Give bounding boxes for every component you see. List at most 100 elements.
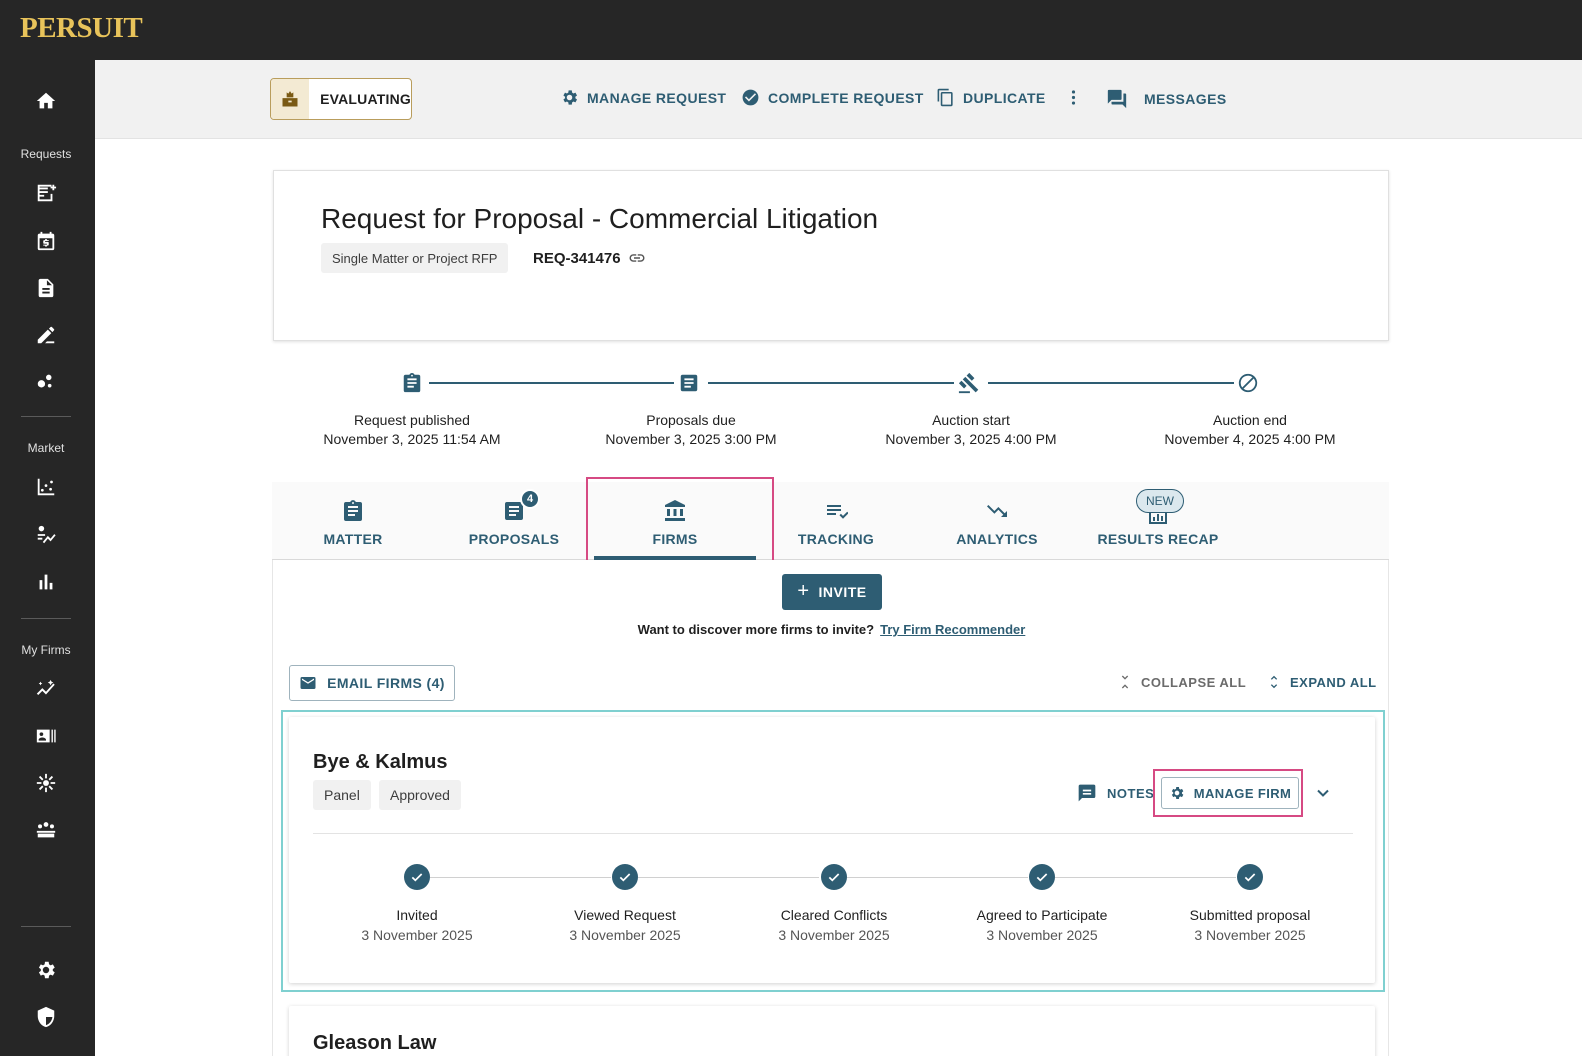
progress-connector <box>638 877 819 878</box>
shield-icon[interactable] <box>33 1004 59 1030</box>
more-vert-icon <box>1071 90 1076 105</box>
complete-request-button[interactable]: COMPLETE REQUEST <box>741 88 924 107</box>
notes-icon <box>1078 784 1096 802</box>
collapse-all-label: COLLAPSE ALL <box>1141 674 1247 690</box>
bar-chart-icon[interactable] <box>33 569 59 595</box>
tab-matter[interactable]: MATTER <box>272 482 434 560</box>
discover-question: Want to discover more firms to invite? <box>637 622 875 637</box>
firms-panel: + INVITE Want to discover more firms to … <box>272 560 1389 1056</box>
proposal-document-icon <box>676 370 702 396</box>
invite-button[interactable]: + INVITE <box>782 574 882 610</box>
gavel-icon <box>956 370 982 396</box>
contact-card-icon[interactable] <box>33 723 59 749</box>
calendar-dollar-icon[interactable] <box>33 228 59 254</box>
progress-step-date: 3 November 2025 <box>778 927 890 943</box>
page-title: Request for Proposal - Commercial Litiga… <box>321 203 879 234</box>
request-id[interactable]: REQ-341476 <box>533 249 646 267</box>
new-request-icon[interactable] <box>33 180 59 206</box>
firm-name: Bye & Kalmus <box>313 751 448 773</box>
invite-label: INVITE <box>818 584 867 600</box>
progress-connector <box>1055 877 1236 878</box>
discover-firms-text: Want to discover more firms to invite? Tr… <box>273 622 1390 637</box>
timeline-step: Auction end November 4, 2025 4:00 PM <box>1130 411 1370 449</box>
tab-analytics[interactable]: ANALYTICS <box>916 482 1078 560</box>
evaluating-icon <box>271 79 310 119</box>
timeline-step-date: November 4, 2025 4:00 PM <box>1164 431 1336 447</box>
settings-icon[interactable] <box>33 957 59 983</box>
progress-step: Agreed to Participate 3 November 2025 <box>942 905 1142 945</box>
chevron-down-icon[interactable] <box>1313 783 1333 803</box>
main-content: EVALUATING MANAGE REQUEST COMPLETE REQUE… <box>95 60 1582 1056</box>
sidebar-section-my-firms: My Firms <box>21 643 71 657</box>
team-icon[interactable] <box>33 817 59 843</box>
sidebar-divider <box>21 926 71 927</box>
notes-label: NOTES <box>1107 785 1155 801</box>
expand-icon <box>1270 675 1278 689</box>
more-options-button[interactable] <box>1064 88 1091 107</box>
network-icon[interactable] <box>33 770 59 796</box>
progress-step: Submitted proposal 3 November 2025 <box>1150 905 1350 945</box>
email-firms-button[interactable]: EMAIL FIRMS (4) <box>289 665 455 701</box>
timeline-step: Proposals due November 3, 2025 3:00 PM <box>571 411 811 449</box>
check-circle-icon <box>821 864 847 890</box>
manage-request-label: MANAGE REQUEST <box>587 89 727 106</box>
manage-firm-highlight <box>1153 769 1303 817</box>
progress-step-date: 3 November 2025 <box>361 927 473 943</box>
messages-button[interactable]: MESSAGES <box>1106 88 1227 110</box>
sidebar-section-market: Market <box>27 441 65 455</box>
firm-card: Gleason Law <box>289 1006 1375 1056</box>
bubbles-icon[interactable] <box>33 369 59 395</box>
timeline-connector <box>429 382 674 384</box>
timeline-step-label: Auction end <box>1213 412 1287 428</box>
tab-results-recap[interactable]: NEW RESULTS RECAP <box>1077 482 1239 560</box>
manage-request-button[interactable]: MANAGE REQUEST <box>560 88 726 107</box>
new-badge: NEW <box>1136 489 1184 513</box>
request-header-card: Request for Proposal - Commercial Litiga… <box>273 170 1389 341</box>
tab-label: PROPOSALS <box>468 531 560 547</box>
plus-icon: + <box>797 579 810 602</box>
progress-step: Cleared Conflicts 3 November 2025 <box>734 905 934 945</box>
progress-step-date: 3 November 2025 <box>1194 927 1306 943</box>
document-icon[interactable] <box>33 275 59 301</box>
collapse-all-button[interactable]: COLLAPSE ALL <box>1117 674 1246 690</box>
firm-chip-panel: Panel <box>313 780 371 810</box>
expand-all-button[interactable]: EXPAND ALL <box>1266 674 1377 690</box>
sparkle-trend-icon[interactable] <box>33 676 59 702</box>
timeline-step-date: November 3, 2025 11:54 AM <box>323 431 501 447</box>
status-evaluating-chip[interactable]: EVALUATING <box>270 78 412 120</box>
duplicate-button[interactable]: DUPLICATE <box>936 88 1046 107</box>
tab-proposals[interactable]: 4 PROPOSALS <box>433 482 595 560</box>
home-icon[interactable] <box>33 88 59 114</box>
progress-step-date: 3 November 2025 <box>986 927 1098 943</box>
top-bar: PERSUIT <box>0 0 1582 60</box>
try-firm-recommender-link[interactable]: Try Firm Recommender <box>880 622 1025 637</box>
link-icon <box>629 254 645 262</box>
timeline-step-label: Request published <box>354 412 470 428</box>
check-circle-icon <box>1029 864 1055 890</box>
progress-step-label: Agreed to Participate <box>976 907 1108 923</box>
expand-all-label: EXPAND ALL <box>1290 674 1377 690</box>
timeline-step-date: November 3, 2025 3:00 PM <box>605 431 777 447</box>
sidebar: Requests Market My Firms <box>0 60 95 1056</box>
tab-tracking[interactable]: TRACKING <box>755 482 917 560</box>
signature-icon[interactable] <box>33 322 59 348</box>
request-tabs: MATTER 4 PROPOSALS FIRMS TRACKING ANALYT… <box>272 482 1389 560</box>
request-id-text: REQ-341476 <box>533 249 621 267</box>
sidebar-divider <box>21 618 71 619</box>
progress-step-label: Cleared Conflicts <box>780 907 888 923</box>
timeline-step: Request published November 3, 2025 11:54… <box>292 411 532 449</box>
copy-icon <box>937 88 953 107</box>
email-firms-label: EMAIL FIRMS (4) <box>327 675 445 691</box>
notes-button[interactable]: NOTES <box>1077 783 1154 803</box>
progress-connector <box>847 877 1028 878</box>
collapse-icon <box>1121 675 1129 689</box>
persuit-logo[interactable]: PERSUIT <box>20 12 143 45</box>
progress-step-label: Submitted proposal <box>1189 907 1311 923</box>
scatter-chart-icon[interactable] <box>33 474 59 500</box>
progress-step-label: Viewed Request <box>574 907 676 923</box>
market-trend-icon[interactable] <box>33 522 59 548</box>
timeline-step-label: Auction start <box>932 412 1010 428</box>
messages-label: MESSAGES <box>1144 91 1227 107</box>
tab-label: MATTER <box>323 531 383 547</box>
progress-step-date: 3 November 2025 <box>569 927 681 943</box>
